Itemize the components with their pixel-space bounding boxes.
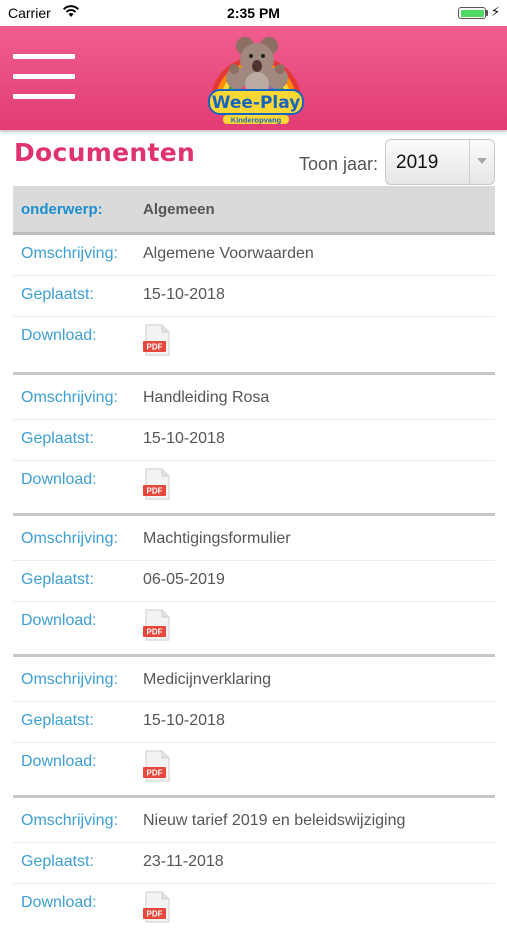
document-posted-date: 15-10-2018 bbox=[143, 712, 225, 729]
svg-text:PDF: PDF bbox=[147, 628, 163, 637]
document-posted-date: 15-10-2018 bbox=[143, 430, 225, 447]
battery-level bbox=[460, 9, 484, 17]
description-label: Omschrijving: bbox=[21, 530, 118, 547]
document-posted-date: 23-11-2018 bbox=[143, 853, 224, 870]
hamburger-menu-icon[interactable] bbox=[13, 54, 75, 100]
download-row: Download: PDF bbox=[13, 316, 495, 357]
download-label: Download: bbox=[21, 894, 97, 911]
table-header: onderwerp: Algemeen bbox=[13, 186, 495, 235]
svg-text:PDF: PDF bbox=[147, 910, 163, 919]
description-label: Omschrijving: bbox=[21, 812, 118, 829]
wee-play-logo: Wee-Play Kinderopvang bbox=[208, 37, 304, 125]
chevron-down-icon bbox=[469, 140, 494, 184]
download-label: Download: bbox=[21, 612, 97, 629]
description-label: Omschrijving: bbox=[21, 245, 118, 262]
download-label: Download: bbox=[21, 753, 97, 770]
charging-icon: ⚡︎ bbox=[491, 4, 501, 19]
description-label: Omschrijving: bbox=[21, 671, 118, 688]
svg-text:PDF: PDF bbox=[147, 487, 163, 496]
document-entry: Omschrijving: Machtigingsformulier Geplaat… bbox=[13, 513, 495, 657]
pdf-icon[interactable]: PDF bbox=[143, 468, 171, 500]
download-label: Download: bbox=[21, 471, 97, 488]
document-description: Machtigingsformulier bbox=[143, 530, 291, 547]
pdf-icon[interactable]: PDF bbox=[143, 891, 171, 923]
document-posted-date: 06-05-2019 bbox=[143, 571, 225, 588]
description-row: Omschrijving: Medicijnverklaring bbox=[13, 660, 495, 702]
document-description: Algemene Voorwaarden bbox=[143, 245, 314, 262]
document-description: Handleiding Rosa bbox=[143, 389, 270, 406]
download-label: Download: bbox=[21, 327, 97, 344]
clock: 2:35 PM bbox=[227, 5, 280, 21]
document-description: Medicijnverklaring bbox=[143, 671, 272, 688]
battery-icon bbox=[458, 7, 486, 19]
posted-row: Geplaatst: 15-10-2018 bbox=[13, 419, 495, 461]
download-row: Download: PDF bbox=[13, 742, 495, 783]
posted-label: Geplaatst: bbox=[21, 286, 94, 303]
year-select[interactable]: 2019 bbox=[385, 139, 495, 185]
posted-label: Geplaatst: bbox=[21, 571, 94, 588]
document-posted-date: 15-10-2018 bbox=[143, 286, 225, 303]
description-row: Omschrijving: Nieuw tarief 2019 en beleid… bbox=[13, 801, 495, 843]
posted-row: Geplaatst: 15-10-2018 bbox=[13, 275, 495, 317]
download-row: Download: PDF bbox=[13, 601, 495, 642]
subject-value: Algemeen bbox=[143, 201, 215, 218]
pdf-icon[interactable]: PDF bbox=[143, 750, 171, 782]
description-row: Omschrijving: Machtigingsformulier bbox=[13, 519, 495, 561]
status-bar: Carrier 2:35 PM ⚡︎ bbox=[0, 0, 507, 26]
description-label: Omschrijving: bbox=[21, 389, 118, 406]
description-row: Omschrijving: Algemene Voorwaarden bbox=[13, 234, 495, 276]
document-entry: Omschrijving: Medicijnverklaring Geplaatst… bbox=[13, 654, 495, 798]
posted-label: Geplaatst: bbox=[21, 430, 94, 447]
posted-row: Geplaatst: 06-05-2019 bbox=[13, 560, 495, 602]
page-title: Documenten bbox=[14, 138, 196, 167]
document-entry: Omschrijving: Algemene Voorwaarden Geplaat… bbox=[13, 234, 495, 375]
document-entry: Omschrijving: Nieuw tarief 2019 en beleid… bbox=[13, 795, 495, 939]
battery-tip bbox=[486, 10, 488, 16]
posted-row: Geplaatst: 15-10-2018 bbox=[13, 701, 495, 743]
posted-row: Geplaatst: 23-11-2018 bbox=[13, 842, 495, 884]
document-description: Nieuw tarief 2019 en beleidswijziging bbox=[143, 812, 406, 829]
pdf-icon[interactable]: PDF bbox=[143, 324, 171, 356]
svg-text:Kinderopvang: Kinderopvang bbox=[231, 116, 282, 125]
download-row: Download: PDF bbox=[13, 883, 495, 924]
year-label: Toon jaar: bbox=[299, 154, 379, 174]
svg-text:PDF: PDF bbox=[147, 769, 163, 778]
document-entry: Omschrijving: Handleiding Rosa Geplaatst: 1… bbox=[13, 372, 495, 516]
svg-text:Wee-Play: Wee-Play bbox=[212, 93, 301, 113]
posted-label: Geplaatst: bbox=[21, 853, 94, 870]
app-header: Wee-Play Kinderopvang bbox=[0, 26, 507, 130]
subject-label: onderwerp: bbox=[21, 201, 103, 218]
svg-text:PDF: PDF bbox=[147, 343, 163, 352]
description-row: Omschrijving: Handleiding Rosa bbox=[13, 378, 495, 420]
download-row: Download: PDF bbox=[13, 460, 495, 501]
pdf-icon[interactable]: PDF bbox=[143, 609, 171, 641]
year-select-value: 2019 bbox=[396, 152, 439, 173]
posted-label: Geplaatst: bbox=[21, 712, 94, 729]
